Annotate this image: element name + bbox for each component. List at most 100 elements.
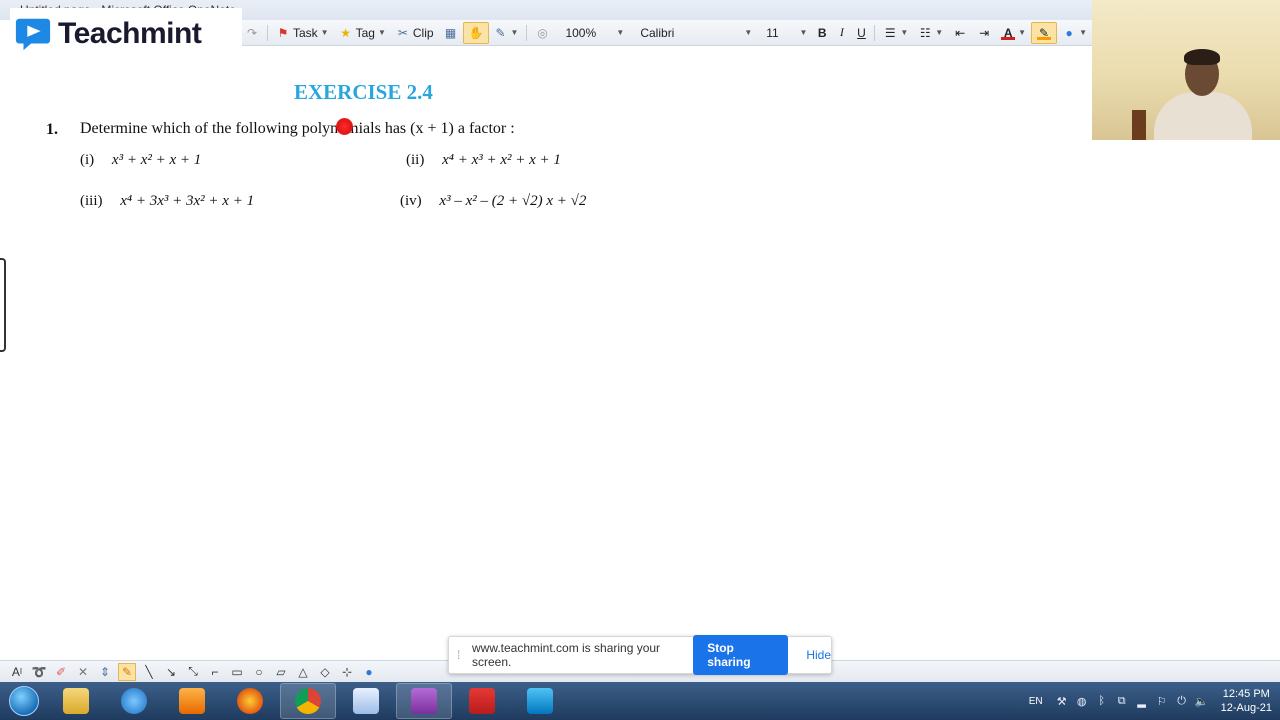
signal-icon[interactable]: ▂ — [1135, 694, 1149, 708]
pen-mode-button[interactable]: ✋ — [462, 21, 489, 44]
flag-tray-icon[interactable]: ⚐ — [1155, 694, 1169, 708]
parallelogram-icon[interactable]: ▱ — [272, 663, 290, 681]
clock-date: 12-Aug-21 — [1220, 702, 1272, 714]
volume-icon[interactable]: 🔈 — [1195, 694, 1209, 708]
pen-tool-icon[interactable]: ✎ — [118, 662, 136, 681]
underline-button[interactable]: U — [852, 26, 872, 40]
chrome-icon — [295, 688, 321, 714]
chevron-down-icon: ▼ — [1018, 28, 1027, 37]
option-label: (iv) — [400, 193, 422, 209]
question-text: Determine which of the following polynom… — [80, 120, 515, 137]
clock-time: 12:45 PM — [1222, 688, 1270, 700]
delete-icon[interactable]: ✕ — [74, 663, 92, 681]
taskbar-onenote[interactable] — [396, 683, 452, 719]
hand-icon: ✋ — [468, 25, 484, 40]
option-expression: x⁴ + x³ + x² + x + 1 — [442, 152, 561, 168]
chevron-down-icon: ▼ — [616, 28, 625, 37]
increase-indent-button[interactable]: ⇥ — [972, 22, 996, 44]
decrease-indent-button[interactable]: ⇤ — [948, 22, 972, 44]
chevron-down-icon: ▼ — [900, 28, 909, 37]
option-expression: x³ – x² – (2 + √2) x + √2 — [439, 193, 587, 209]
bullet-list-icon: ☰ — [884, 25, 896, 40]
table-button[interactable]: ▦ — [439, 22, 463, 44]
presenter-body — [1154, 92, 1252, 140]
option-expression: x³ + x² + x + 1 — [111, 152, 202, 168]
clip-button[interactable]: ✂ Clip — [391, 22, 439, 44]
diamond-icon[interactable]: ◇ — [316, 663, 334, 681]
zoom-select[interactable]: 100% ▼ — [560, 24, 629, 42]
option-label: (i) — [80, 152, 95, 168]
bluetooth-icon[interactable]: ᛒ — [1095, 694, 1109, 708]
triangle-icon[interactable]: △ — [294, 663, 312, 681]
arrow-icon[interactable]: ↘ — [162, 663, 180, 681]
insert-space-icon[interactable]: ⇕ — [96, 663, 114, 681]
redo-button[interactable]: ↷ — [240, 22, 264, 44]
taskbar-acrobat[interactable] — [454, 683, 510, 719]
tools-icon[interactable]: ⚒ — [1055, 694, 1069, 708]
tag-label: Tag — [355, 25, 375, 40]
font-size-select[interactable]: 11 ▼ — [761, 24, 812, 42]
screen: Untitled page - Microsoft Office OneNote… — [0, 0, 1280, 720]
taskbar-explorer[interactable] — [48, 683, 104, 719]
rectangle-icon[interactable]: ▭ — [228, 663, 246, 681]
numbering-button[interactable]: ☷ ▼ — [913, 22, 948, 44]
zoom-value: 100% — [565, 25, 597, 40]
taskbar-paint[interactable] — [338, 683, 394, 719]
zoom-out-button[interactable]: ◎ — [530, 22, 554, 44]
webcam-video — [1092, 0, 1280, 140]
outdent-icon: ⇤ — [955, 25, 966, 40]
taskbar-media-player[interactable] — [164, 683, 220, 719]
note-page[interactable]: EXERCISE 2.4 1. Determine which of the f… — [0, 46, 1092, 660]
pen-button[interactable]: ✎ ▼ — [489, 22, 524, 44]
shapes-icon[interactable]: ⊹ — [338, 663, 356, 681]
video-camera-icon — [527, 688, 553, 714]
option-label: (iii) — [80, 193, 103, 209]
line-icon[interactable]: ╲ — [140, 663, 158, 681]
bold-button[interactable]: B — [812, 26, 832, 40]
tag-button[interactable]: ★ Tag ▼ — [334, 22, 391, 44]
separator — [874, 24, 876, 41]
chevron-down-icon: ▼ — [377, 28, 386, 37]
app-tray-icon[interactable]: ◍ — [1075, 694, 1089, 708]
text-mode-icon[interactable]: AI — [8, 663, 26, 681]
task-button[interactable]: ⚑ Task ▼ — [271, 22, 334, 44]
taskbar-firefox[interactable] — [222, 683, 278, 719]
acrobat-icon — [469, 688, 495, 714]
clock[interactable]: 12:45 PM 12-Aug-21 — [1221, 687, 1272, 715]
double-arrow-icon[interactable]: ⤡ — [184, 663, 202, 681]
eraser-icon[interactable]: ✐ — [52, 663, 70, 681]
table-icon: ▦ — [444, 25, 457, 40]
drag-handle-icon[interactable]: ⁞ — [457, 648, 468, 662]
pen-icon: ✎ — [495, 25, 506, 40]
font-name-value: Calibri — [640, 25, 675, 40]
color-picker-button[interactable]: ● ▼ — [1057, 22, 1092, 44]
color-icon[interactable]: ● — [360, 663, 378, 681]
power-icon[interactable]: ⏻ — [1175, 694, 1189, 708]
italic-button[interactable]: I — [832, 25, 852, 40]
onenote-toolbar: ↷ ⚑ Task ▼ ★ Tag ▼ ✂ Clip ▦ ✋ ✎ ▼ ◎ 100%… — [240, 20, 1092, 46]
circle-icon[interactable]: ○ — [250, 663, 268, 681]
start-button[interactable] — [0, 682, 48, 720]
chevron-down-icon: ▼ — [1079, 28, 1087, 37]
star-icon: ★ — [340, 25, 351, 40]
lasso-select-icon[interactable]: ➰ — [30, 663, 48, 681]
taskbar-ie[interactable] — [106, 683, 162, 719]
font-color-button[interactable]: A ▼ — [996, 22, 1031, 44]
taskbar-chrome[interactable] — [280, 683, 336, 719]
highlighter-button[interactable]: ✎ — [1031, 21, 1058, 44]
bullets-button[interactable]: ☰ ▼ — [878, 22, 913, 44]
windows-logo-icon — [9, 686, 39, 716]
presenter-hair — [1184, 49, 1220, 65]
font-name-select[interactable]: Calibri ▼ — [635, 24, 757, 42]
stop-sharing-button[interactable]: Stop sharing — [693, 635, 789, 675]
language-indicator[interactable]: EN — [1029, 696, 1043, 707]
exercise-title: EXERCISE 2.4 — [294, 80, 433, 104]
axes-icon[interactable]: ⌐ — [206, 663, 224, 681]
option-iii: (iii) x⁴ + 3x³ + 3x² + x + 1 — [80, 193, 254, 210]
taskbar-video-call[interactable] — [512, 683, 568, 719]
network-share-icon[interactable]: ⧉ — [1115, 694, 1129, 708]
separator — [267, 24, 268, 41]
onenote-icon — [411, 688, 437, 714]
hide-button[interactable]: Hide — [806, 648, 831, 662]
option-expression: x⁴ + 3x³ + 3x² + x + 1 — [120, 193, 255, 209]
